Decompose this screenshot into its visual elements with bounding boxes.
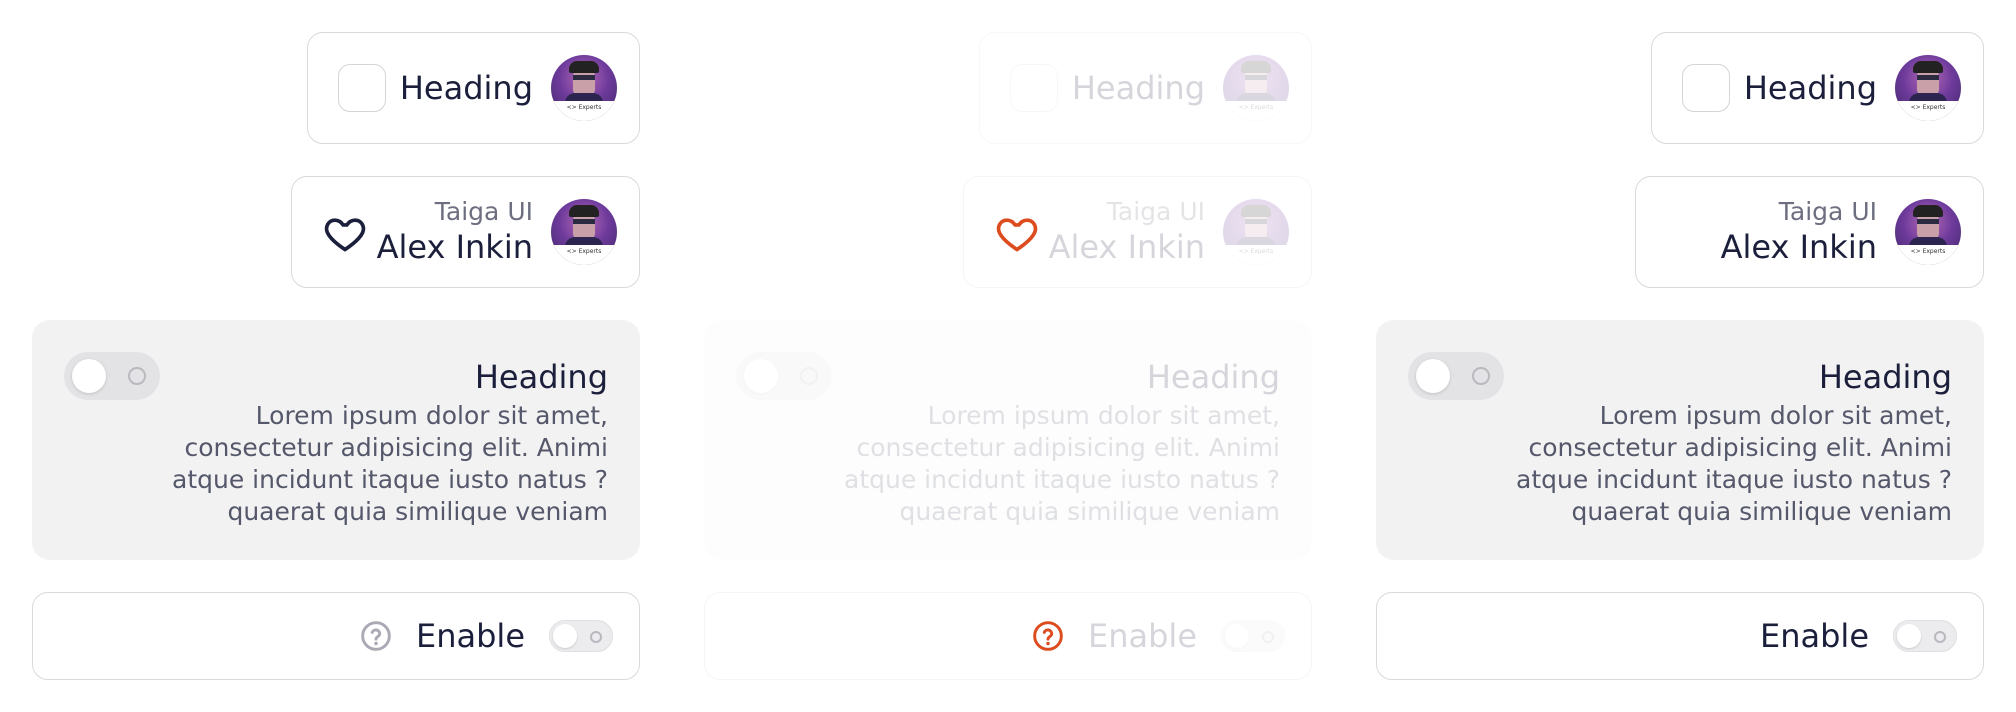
- big-card-description: Lorem ipsum dolor sit amet, consectetur …: [172, 401, 608, 526]
- heading-card-title: Heading: [1071, 69, 1205, 107]
- toggle-description-card[interactable]: Heading Lorem ipsum dolor sit amet, cons…: [32, 320, 640, 560]
- enable-label: Enable: [416, 617, 525, 655]
- avatar: <> Experts: [551, 199, 617, 265]
- enable-card: Enable: [704, 592, 1312, 680]
- enable-card[interactable]: Enable: [32, 592, 640, 680]
- heading-checkbox: [1010, 64, 1058, 112]
- column-no-icons: Heading <> Experts Taiga UI Alex Inkin <…: [1344, 0, 2016, 712]
- big-card-description: Lorem ipsum dolor sit amet, consectetur …: [844, 401, 1280, 526]
- profile-name: Alex Inkin: [1048, 228, 1205, 266]
- avatar: <> Experts: [1895, 55, 1961, 121]
- enable-card[interactable]: Enable: [1376, 592, 1984, 680]
- big-card-title: Heading: [1818, 358, 1952, 396]
- profile-subtitle: Taiga UI: [1778, 197, 1877, 226]
- card-toggle[interactable]: [64, 352, 160, 400]
- avatar: <> Experts: [1223, 199, 1289, 265]
- heading-card[interactable]: Heading <> Experts: [307, 32, 640, 144]
- column-disabled: Heading <> Experts Taiga UI Alex Inkin <…: [672, 0, 1344, 712]
- enable-toggle[interactable]: [549, 620, 613, 652]
- heading-card-title: Heading: [399, 69, 533, 107]
- enable-toggle: [1221, 620, 1285, 652]
- help-icon[interactable]: [360, 620, 392, 652]
- card-toggle: [736, 352, 832, 400]
- profile-name: Alex Inkin: [1720, 228, 1877, 266]
- heading-card: Heading <> Experts: [979, 32, 1312, 144]
- heart-icon[interactable]: [322, 211, 368, 255]
- profile-card: Taiga UI Alex Inkin <> Experts: [963, 176, 1312, 288]
- toggle-description-card: Heading Lorem ipsum dolor sit amet, cons…: [704, 320, 1312, 560]
- big-card-title: Heading: [474, 358, 608, 396]
- heading-card[interactable]: Heading <> Experts: [1651, 32, 1984, 144]
- profile-card[interactable]: Taiga UI Alex Inkin <> Experts: [291, 176, 640, 288]
- enable-label: Enable: [1760, 617, 1869, 655]
- heading-checkbox[interactable]: [1682, 64, 1730, 112]
- avatar: <> Experts: [1223, 55, 1289, 121]
- toggle-description-card[interactable]: Heading Lorem ipsum dolor sit amet, cons…: [1376, 320, 1984, 560]
- profile-subtitle: Taiga UI: [434, 197, 533, 226]
- column-normal: Heading <> Experts Taiga UI Alex Inkin <…: [0, 0, 672, 712]
- profile-subtitle: Taiga UI: [1106, 197, 1205, 226]
- enable-toggle[interactable]: [1893, 620, 1957, 652]
- enable-label: Enable: [1088, 617, 1197, 655]
- avatar: <> Experts: [551, 55, 617, 121]
- profile-card[interactable]: Taiga UI Alex Inkin <> Experts: [1635, 176, 1984, 288]
- big-card-title: Heading: [1146, 358, 1280, 396]
- heart-icon[interactable]: [994, 211, 1040, 255]
- heading-card-title: Heading: [1743, 69, 1877, 107]
- avatar: <> Experts: [1895, 199, 1961, 265]
- help-icon[interactable]: [1032, 620, 1064, 652]
- heading-checkbox[interactable]: [338, 64, 386, 112]
- big-card-description: Lorem ipsum dolor sit amet, consectetur …: [1516, 401, 1952, 526]
- card-toggle[interactable]: [1408, 352, 1504, 400]
- profile-name: Alex Inkin: [376, 228, 533, 266]
